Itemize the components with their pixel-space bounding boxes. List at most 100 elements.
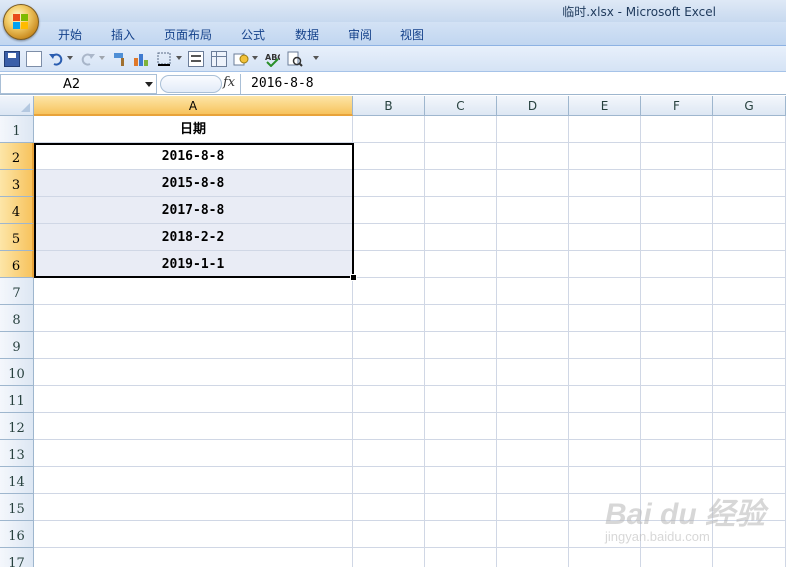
- empty-cell[interactable]: [713, 413, 786, 440]
- row-header-9[interactable]: 9: [0, 332, 34, 359]
- redo-dropdown-icon[interactable]: [99, 56, 105, 60]
- empty-cell[interactable]: [353, 521, 425, 548]
- empty-cell[interactable]: [713, 332, 786, 359]
- empty-cell[interactable]: [569, 359, 641, 386]
- empty-cell[interactable]: [425, 224, 497, 251]
- tab-page-layout[interactable]: 页面布局: [164, 26, 212, 43]
- empty-cell[interactable]: [497, 251, 569, 278]
- empty-cell[interactable]: [497, 116, 569, 143]
- empty-cell[interactable]: [34, 521, 353, 548]
- empty-cell[interactable]: [569, 440, 641, 467]
- empty-cell[interactable]: [569, 305, 641, 332]
- row-header-7[interactable]: 7: [0, 278, 34, 305]
- row-header-5[interactable]: 5: [0, 224, 34, 251]
- empty-cell[interactable]: [641, 440, 713, 467]
- cell-a2[interactable]: 2016-8-8: [34, 143, 353, 170]
- empty-cell[interactable]: [497, 197, 569, 224]
- empty-cell[interactable]: [713, 143, 786, 170]
- settings-dropdown-icon[interactable]: [252, 56, 258, 60]
- empty-cell[interactable]: [569, 170, 641, 197]
- empty-cell[interactable]: [713, 440, 786, 467]
- empty-cell[interactable]: [569, 332, 641, 359]
- cell-a3[interactable]: 2015-8-8: [34, 170, 353, 197]
- empty-cell[interactable]: [641, 170, 713, 197]
- empty-cell[interactable]: [641, 251, 713, 278]
- empty-cell[interactable]: [425, 494, 497, 521]
- empty-cell[interactable]: [34, 413, 353, 440]
- empty-cell[interactable]: [641, 197, 713, 224]
- empty-cell[interactable]: [713, 359, 786, 386]
- empty-cell[interactable]: [497, 386, 569, 413]
- row-header-11[interactable]: 11: [0, 386, 34, 413]
- row-header-13[interactable]: 13: [0, 440, 34, 467]
- empty-cell[interactable]: [425, 359, 497, 386]
- row-header-1[interactable]: 1: [0, 116, 34, 143]
- empty-cell[interactable]: [425, 116, 497, 143]
- customize-toolbar-icon[interactable]: [313, 56, 319, 60]
- empty-cell[interactable]: [34, 548, 353, 567]
- print-preview-icon[interactable]: [287, 51, 303, 67]
- empty-cell[interactable]: [497, 413, 569, 440]
- empty-cell[interactable]: [425, 197, 497, 224]
- tab-home[interactable]: 开始: [58, 26, 82, 43]
- empty-cell[interactable]: [569, 143, 641, 170]
- select-all-button[interactable]: [0, 96, 34, 116]
- empty-cell[interactable]: [353, 413, 425, 440]
- formula-input[interactable]: 2016-8-8: [240, 74, 786, 94]
- empty-cell[interactable]: [353, 359, 425, 386]
- row-header-2[interactable]: 2: [0, 143, 34, 170]
- column-header-e[interactable]: E: [569, 96, 641, 116]
- empty-cell[interactable]: [353, 548, 425, 567]
- empty-cell[interactable]: [569, 197, 641, 224]
- empty-cell[interactable]: [569, 413, 641, 440]
- border-dropdown-icon[interactable]: [176, 56, 182, 60]
- empty-cell[interactable]: [569, 386, 641, 413]
- empty-cell[interactable]: [641, 143, 713, 170]
- row-header-17[interactable]: 17: [0, 548, 34, 567]
- save-icon[interactable]: [4, 51, 20, 67]
- new-document-icon[interactable]: [26, 51, 42, 67]
- column-header-g[interactable]: G: [713, 96, 786, 116]
- undo-dropdown-icon[interactable]: [67, 56, 73, 60]
- cell-a4[interactable]: 2017-8-8: [34, 197, 353, 224]
- empty-cell[interactable]: [425, 386, 497, 413]
- empty-cell[interactable]: [497, 305, 569, 332]
- empty-cell[interactable]: [425, 413, 497, 440]
- insert-function-icon[interactable]: fx: [223, 75, 235, 90]
- empty-cell[interactable]: [34, 278, 353, 305]
- row-header-3[interactable]: 3: [0, 170, 34, 197]
- cell-a1-header[interactable]: 日期: [34, 116, 353, 143]
- row-header-14[interactable]: 14: [0, 467, 34, 494]
- row-header-15[interactable]: 15: [0, 494, 34, 521]
- empty-cell[interactable]: [641, 278, 713, 305]
- print-preview-settings-icon[interactable]: [233, 51, 249, 67]
- empty-cell[interactable]: [497, 548, 569, 567]
- name-box[interactable]: A2: [0, 74, 157, 94]
- empty-cell[interactable]: [497, 143, 569, 170]
- empty-cell[interactable]: [353, 278, 425, 305]
- empty-cell[interactable]: [569, 278, 641, 305]
- column-header-c[interactable]: C: [425, 96, 497, 116]
- row-header-4[interactable]: 4: [0, 197, 34, 224]
- empty-cell[interactable]: [353, 494, 425, 521]
- empty-cell[interactable]: [713, 278, 786, 305]
- empty-cell[interactable]: [353, 467, 425, 494]
- empty-cell[interactable]: [713, 197, 786, 224]
- cell-a6[interactable]: 2019-1-1: [34, 251, 353, 278]
- empty-cell[interactable]: [34, 467, 353, 494]
- empty-cell[interactable]: [641, 413, 713, 440]
- empty-cell[interactable]: [641, 386, 713, 413]
- spell-check-icon[interactable]: ABC: [264, 51, 283, 68]
- redo-icon[interactable]: [80, 51, 96, 67]
- empty-cell[interactable]: [425, 332, 497, 359]
- empty-cell[interactable]: [497, 332, 569, 359]
- empty-cell[interactable]: [34, 305, 353, 332]
- row-header-12[interactable]: 12: [0, 413, 34, 440]
- border-icon[interactable]: [156, 51, 172, 67]
- row-header-8[interactable]: 8: [0, 305, 34, 332]
- row-header-16[interactable]: 16: [0, 521, 34, 548]
- empty-cell[interactable]: [641, 305, 713, 332]
- empty-cell[interactable]: [425, 521, 497, 548]
- empty-cell[interactable]: [353, 116, 425, 143]
- chevron-down-icon[interactable]: [145, 82, 153, 87]
